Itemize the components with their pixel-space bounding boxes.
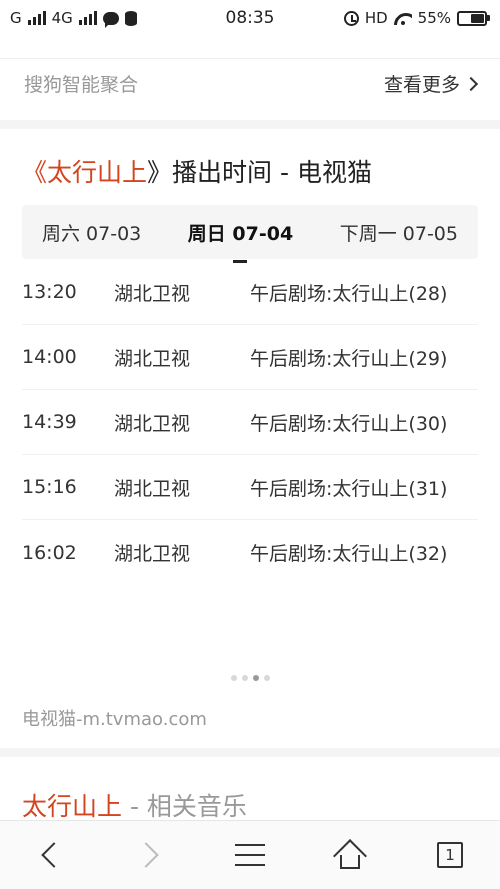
home-button[interactable]	[320, 830, 380, 880]
status-left: G 4G	[10, 9, 137, 28]
section-divider	[0, 120, 500, 129]
tabs-button[interactable]: 1	[420, 830, 480, 880]
table-row[interactable]: 13:20 湖北卫视 午后剧场:太行山上(28)	[22, 260, 478, 325]
page-dot	[241, 675, 248, 681]
related-music-title[interactable]: 太行山上 - 相关音乐	[22, 787, 247, 823]
signal-2-label: 4G	[51, 9, 73, 27]
page-indicator	[0, 675, 500, 681]
tabs-count-icon: 1	[437, 842, 463, 868]
channel-name: 湖北卫视	[114, 543, 191, 565]
hd-label: HD	[364, 9, 388, 27]
chevron-right-icon	[133, 842, 159, 868]
related-show-name: 太行山上	[22, 792, 123, 821]
table-row[interactable]: 16:02 湖北卫视 午后剧场:太行山上(32)	[22, 520, 478, 585]
program-name: 午后剧场:太行山上(30)	[250, 412, 448, 435]
table-row[interactable]: 14:00 湖北卫视 午后剧场:太行山上(29)	[22, 325, 478, 390]
channel-name: 湖北卫视	[114, 412, 191, 435]
signal-bars-icon-2	[78, 11, 97, 25]
program-name: 午后剧场:太行山上(28)	[250, 282, 448, 305]
storage-icon	[124, 10, 137, 26]
table-row[interactable]: 14:39 湖北卫视 午后剧场:太行山上(30)	[22, 390, 478, 455]
schedule-list: 13:20 湖北卫视 午后剧场:太行山上(28) 14:00 湖北卫视 午后剧场…	[22, 260, 478, 585]
forward-button[interactable]	[120, 830, 180, 880]
sogou-label: 搜狗智能聚合	[24, 74, 139, 96]
channel-name: 湖北卫视	[114, 282, 191, 305]
sogou-aggregation-row[interactable]: 搜狗智能聚合 查看更多	[0, 58, 500, 108]
schedule-card-title[interactable]: 《太行山上》播出时间 - 电视猫	[22, 153, 372, 189]
chat-icon	[102, 11, 119, 28]
home-icon	[333, 839, 367, 873]
title-show-name: 太行山上	[47, 158, 148, 187]
browser-navbar: 1	[0, 820, 500, 889]
table-row[interactable]: 15:16 湖北卫视 午后剧场:太行山上(31)	[22, 455, 478, 520]
tab-saturday[interactable]: 周六 07-03	[42, 219, 141, 246]
signal-1-label: G	[10, 9, 22, 27]
battery-percent: 55%	[417, 9, 451, 27]
battery-icon	[457, 10, 490, 26]
menu-button[interactable]	[220, 830, 280, 880]
tab-next-monday[interactable]: 下周一 07-05	[340, 219, 458, 246]
section-divider	[0, 748, 500, 757]
page-dot	[252, 675, 259, 681]
battery-fill	[470, 13, 484, 23]
status-right: HD 55%	[343, 9, 490, 27]
back-button[interactable]	[20, 830, 80, 880]
view-more-label: 查看更多	[383, 74, 460, 96]
program-name: 午后剧场:太行山上(31)	[250, 477, 448, 500]
chevron-left-icon	[41, 842, 67, 868]
program-name: 午后剧场:太行山上(29)	[250, 347, 448, 370]
page-dot	[230, 675, 237, 681]
air-time: 14:00	[22, 346, 77, 368]
air-time: 15:16	[22, 476, 77, 498]
related-rest: - 相关音乐	[122, 792, 247, 821]
title-open-bracket: 《	[22, 158, 48, 187]
title-rest: 播出时间 - 电视猫	[172, 158, 372, 187]
menu-icon	[235, 844, 265, 866]
channel-name: 湖北卫视	[114, 477, 191, 500]
air-time: 14:39	[22, 411, 77, 433]
page-dot	[263, 675, 270, 681]
status-bar: G 4G 08:35 HD 55%	[0, 0, 500, 36]
view-more-link[interactable]: 查看更多	[383, 70, 479, 97]
air-time: 13:20	[22, 281, 77, 303]
title-close-bracket: 》	[147, 158, 173, 187]
source-link[interactable]: 电视猫-m.tvmao.com	[22, 705, 207, 731]
signal-bars-icon	[27, 11, 46, 25]
chevron-right-icon	[463, 76, 479, 91]
channel-name: 湖北卫视	[114, 347, 191, 370]
day-tabs: 周六 07-03 周日 07-04 下周一 07-05	[22, 205, 478, 263]
program-name: 午后剧场:太行山上(32)	[250, 543, 448, 565]
wifi-icon	[394, 11, 412, 25]
alarm-icon	[343, 10, 359, 26]
tab-sunday[interactable]: 周日 07-04	[188, 219, 293, 263]
air-time: 16:02	[22, 541, 77, 564]
